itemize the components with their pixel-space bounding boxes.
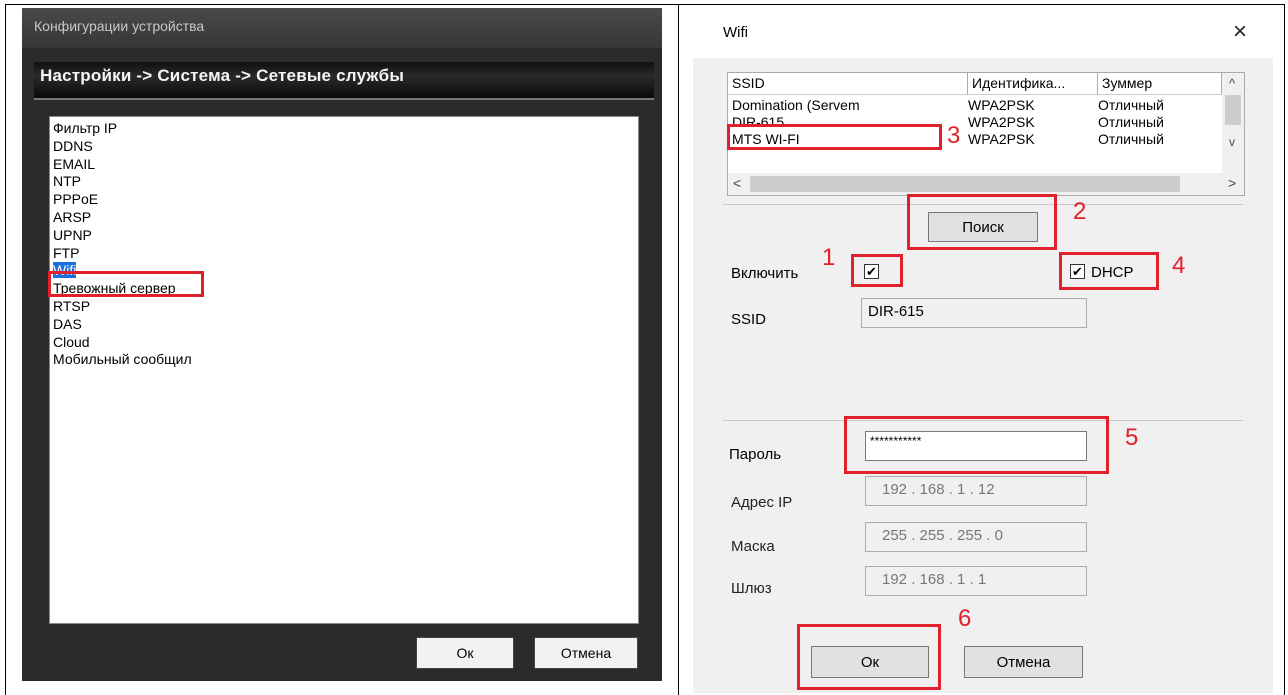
list-item-label: NTP	[53, 173, 81, 190]
enable-label: Включить	[731, 265, 799, 282]
breadcrumb: Настройки -> Система -> Сетевые службы	[40, 66, 405, 85]
table-cell: WPA2PSK	[968, 131, 1035, 147]
table-cell: Domination (Servem	[732, 97, 860, 113]
column-header-auth[interactable]: Идентифика...	[968, 73, 1098, 95]
list-item[interactable]: NTP	[53, 173, 638, 191]
annotation-number-5: 5	[1125, 424, 1139, 451]
highlight-dhcp-checkbox	[1059, 252, 1159, 290]
list-item-label: DAS	[53, 315, 82, 332]
window-title: Конфигурации устройства	[34, 18, 205, 34]
network-services-list[interactable]: Фильтр IP DDNS EMAIL NTP PPPoE ARSP UPNP FTP Wif…	[49, 116, 639, 624]
scroll-thumb-horizontal[interactable]	[750, 176, 1180, 192]
close-icon[interactable]: ×	[1233, 18, 1247, 46]
gateway-field[interactable]: 192 . 168 . 1 . 1	[865, 566, 1087, 596]
list-item-label: Фильтр IP	[53, 120, 118, 136]
annotation-number-4: 4	[1172, 252, 1186, 279]
frame-left	[5, 4, 6, 695]
subnet-mask-field[interactable]: 255 . 255 . 255 . 0	[865, 522, 1087, 552]
list-item-label: Мобильный сообщил	[53, 351, 192, 368]
scroll-thumb[interactable]	[1225, 95, 1241, 125]
title-bar: Конфигурации устройства	[22, 8, 662, 48]
list-item[interactable]: UPNP	[53, 227, 638, 245]
list-item[interactable]: Мобильный сообщил	[53, 351, 638, 369]
table-cell: Отличный	[1098, 114, 1164, 130]
highlight-wifi-item	[48, 271, 204, 297]
table-cell: Отличный	[1098, 131, 1164, 147]
ssid-label: SSID	[731, 311, 767, 328]
list-item[interactable]: RTSP	[53, 298, 638, 316]
list-item-label: DDNS	[53, 137, 93, 154]
scroll-right-icon[interactable]: >	[1228, 175, 1236, 191]
annotation-number-3: 3	[947, 122, 961, 149]
breadcrumb-bar: Настройки -> Система -> Сетевые службы	[34, 62, 654, 100]
gateway-label: Шлюз	[731, 580, 772, 597]
ssid-field[interactable]: DIR-615	[861, 298, 1087, 328]
list-item[interactable]: ARSP	[53, 209, 638, 227]
table-cell: WPA2PSK	[968, 114, 1035, 130]
list-item[interactable]: DAS	[53, 316, 638, 334]
list-item-label: FTP	[53, 244, 80, 261]
list-item-label: Cloud	[53, 333, 90, 350]
frame-right	[1284, 4, 1285, 695]
ip-address-field[interactable]: 192 . 168 . 1 . 12	[865, 476, 1087, 506]
cancel-button[interactable]: Отмена	[964, 646, 1083, 678]
highlight-search-button	[907, 194, 1057, 250]
list-item-label: ARSP	[53, 208, 92, 225]
table-cell: Отличный	[1098, 97, 1164, 113]
annotation-number-6: 6	[958, 605, 972, 632]
highlight-dir615-row	[727, 124, 942, 150]
dialog-title: Wifi	[723, 24, 748, 41]
highlight-password-field	[844, 416, 1109, 474]
ok-button[interactable]: Ок	[416, 637, 514, 669]
list-item[interactable]: EMAIL	[53, 156, 638, 174]
horizontal-scrollbar[interactable]: < >	[728, 173, 1244, 195]
table-cell: WPA2PSK	[968, 97, 1035, 113]
scroll-left-icon[interactable]: <	[733, 175, 741, 191]
mask-label: Маска	[731, 538, 775, 555]
title-bar: Wifi ×	[693, 8, 1273, 58]
device-config-window: Конфигурации устройства Настройки -> Сис…	[22, 8, 662, 681]
column-header-signal[interactable]: Зуммер	[1098, 73, 1222, 95]
frame-top	[5, 4, 1285, 5]
highlight-ok-button	[797, 624, 941, 690]
list-item-label: PPPoE	[53, 191, 99, 208]
cancel-button[interactable]: Отмена	[534, 637, 638, 669]
list-item-label: RTSP	[53, 297, 91, 314]
wifi-dialog: Wifi × SSID Идентифика... Зуммер Dominat…	[693, 8, 1273, 693]
column-header-ssid[interactable]: SSID	[728, 73, 968, 95]
table-row[interactable]: Domination (Servem WPA2PSK Отличный	[732, 96, 1222, 114]
list-item-label: EMAIL	[53, 155, 96, 172]
vertical-scrollbar[interactable]: ^ v	[1222, 73, 1244, 173]
scroll-up-icon[interactable]: ^	[1229, 76, 1235, 91]
highlight-enable-checkbox	[851, 254, 903, 287]
list-item[interactable]: DDNS	[53, 138, 638, 156]
password-label: Пароль	[729, 446, 782, 463]
ip-label: Адрес IP	[731, 494, 793, 511]
scroll-down-icon[interactable]: v	[1229, 135, 1235, 149]
frame-middle	[678, 4, 679, 695]
list-item[interactable]: FTP	[53, 245, 638, 263]
list-item[interactable]: Фильтр IP	[53, 120, 638, 138]
list-item[interactable]: Cloud	[53, 334, 638, 352]
list-item[interactable]: PPPoE	[53, 191, 638, 209]
list-item-label: UPNP	[53, 226, 92, 243]
annotation-number-2: 2	[1073, 198, 1087, 225]
annotation-number-1: 1	[822, 244, 836, 271]
